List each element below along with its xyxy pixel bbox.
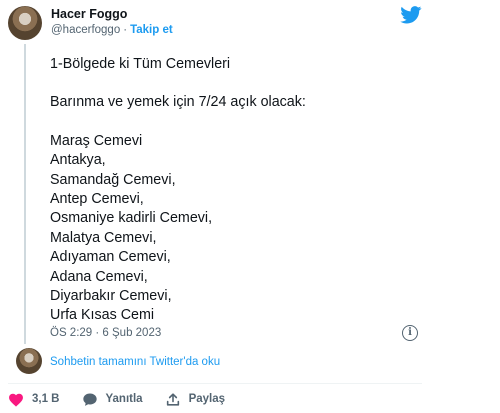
tweet-text: 1-Bölgede ki Tüm Cemevleri Barınma ve ye…	[50, 55, 410, 326]
speech-bubble-icon	[82, 393, 97, 406]
share-upload-icon	[166, 392, 179, 406]
tweet-line: 1-Bölgede ki Tüm Cemevleri	[50, 56, 231, 72]
like-count: 3,1 B	[32, 393, 60, 405]
follow-button[interactable]: Takip et	[130, 24, 173, 36]
author-handle-row: @hacerfoggo · Takip et	[51, 24, 173, 36]
thread-line	[24, 44, 26, 344]
share-button[interactable]: Paylaş	[165, 392, 225, 407]
read-conversation-link[interactable]: Sohbetin tamamını Twitter'da oku	[50, 356, 220, 368]
reply-button[interactable]: Yanıtla	[82, 392, 143, 407]
tweet-line: Antep Cemevi,	[50, 191, 144, 208]
tweet-line: Maraş Cemevi	[50, 132, 143, 149]
twitter-bird-icon[interactable]	[400, 6, 422, 24]
tweet-line: Osmaniye kadirli Cemevi,	[50, 210, 213, 227]
tweet-line: Adana Cemevi,	[50, 268, 148, 285]
reply-label: Yanıtla	[105, 393, 143, 405]
tweet-line: Urfa Kısas Cemi	[50, 307, 155, 324]
like-button[interactable]: 3,1 B	[8, 392, 60, 407]
tweet-line: Malatya Cemevi,	[50, 229, 157, 246]
tweet-line: Antakya,	[50, 152, 106, 169]
tweet-line: Barınma ve yemek için 7/24 açık olacak:	[50, 94, 306, 111]
divider	[8, 383, 422, 384]
author-name[interactable]: Hacer Foggo	[51, 7, 127, 21]
separator-dot: ·	[123, 24, 128, 36]
action-bar: 3,1 B Yanıtla Paylaş	[8, 390, 247, 408]
tweet-line: Diyarbakır Cemevi,	[50, 288, 172, 305]
heart-icon	[9, 393, 23, 407]
reply-avatar	[16, 348, 42, 374]
author-handle[interactable]: @hacerfoggo	[51, 24, 120, 36]
info-icon[interactable]: i	[402, 325, 418, 341]
share-label: Paylaş	[188, 393, 226, 405]
author-avatar[interactable]	[8, 6, 42, 40]
tweet-line: Adıyaman Cemevi,	[50, 249, 171, 266]
tweet-line: Samandağ Cemevi,	[50, 171, 176, 188]
tweet-timestamp[interactable]: ÖS 2:29 · 6 Şub 2023	[50, 327, 161, 339]
